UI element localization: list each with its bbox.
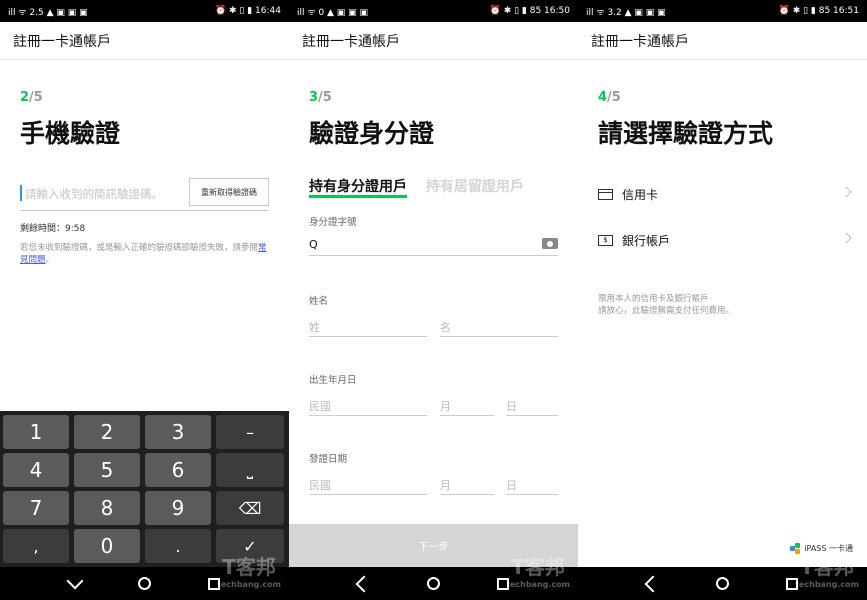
- key-7[interactable]: 7: [3, 491, 69, 525]
- option-bank-account[interactable]: $ 銀行帳戶: [598, 229, 852, 251]
- status-right: ⏰ ✱ ▯ ▮ 85 16:50: [489, 6, 570, 16]
- birth-month-input[interactable]: 月: [440, 392, 494, 416]
- code-placeholder: 請輸入收到的簡訊驗證碼。: [25, 187, 163, 201]
- chevron-right-icon: [840, 232, 852, 244]
- screen-id-verification: ill ᯤ 0 ▲ ▣ ▣ ▣ ⏰ ✱ ▯ ▮ 85 16:50 註冊一卡通帳戶…: [289, 0, 578, 600]
- status-right: ⏰ ✱ ▯ ▮ 16:44: [214, 6, 281, 16]
- key-comma[interactable]: ,: [3, 529, 69, 563]
- watermark: T客邦 techbang.com: [506, 557, 570, 594]
- ipass-brand: iPASS 一卡通: [790, 543, 853, 554]
- app-bar: 註冊一卡通帳戶: [578, 22, 867, 60]
- status-bar: ill ᯤ 0 ▲ ▣ ▣ ▣ ⏰ ✱ ▯ ▮ 85 16:50: [289, 0, 578, 22]
- hide-keyboard-icon[interactable]: [66, 572, 84, 589]
- step-indicator: 3/5: [309, 90, 332, 105]
- help-text-body: 若您未收到驗證碼，或是輸入正確的驗證碼卻驗證失敗，請參閱: [20, 243, 259, 253]
- step-indicator: 2/5: [20, 90, 43, 105]
- back-icon[interactable]: [355, 575, 373, 592]
- note-line-1: 限用本人的信用卡及銀行帳戶: [598, 294, 709, 304]
- watermark-sub: techbang.com: [506, 580, 570, 589]
- credit-card-icon: [598, 188, 613, 200]
- page-title: 驗證身分證: [309, 119, 435, 148]
- status-bar: ill ᯤ 2.5 ▲ ▣ ▣ ▣ ⏰ ✱ ▯ ▮ 16:44: [0, 0, 289, 22]
- status-right: ⏰ ✱ ▯ ▮ 85 16:51: [778, 6, 859, 16]
- home-icon[interactable]: [426, 577, 440, 590]
- name-label: 姓名: [309, 296, 329, 307]
- brand-text: iPASS 一卡通: [804, 544, 853, 553]
- given-name-input[interactable]: 名: [440, 313, 558, 337]
- option-label: 信用卡: [622, 187, 659, 202]
- verification-code-input[interactable]: 請輸入收到的簡訊驗證碼。 重新取得驗證碼: [20, 178, 269, 211]
- step-total: /5: [607, 90, 621, 105]
- option-label: 銀行帳戶: [622, 233, 671, 248]
- status-left: ill ᯤ 2.5 ▲ ▣ ▣ ▣: [8, 7, 88, 18]
- tab-resident-permit-holder[interactable]: 持有居留證用戶: [426, 176, 524, 196]
- key-6[interactable]: 6: [145, 453, 211, 487]
- ipass-logo-icon: [790, 543, 801, 554]
- watermark-sub: techbang.com: [217, 580, 281, 589]
- key-5[interactable]: 5: [74, 453, 140, 487]
- bank-icon: $: [598, 234, 613, 246]
- step-current: 2: [20, 90, 30, 105]
- key-minus[interactable]: –: [216, 415, 284, 449]
- screen-verification-method: ill ᯤ 3.2 ▲ ▣ ▣ ▣ ⏰ ✱ ▯ ▮ 85 16:51 註冊一卡通…: [578, 0, 867, 600]
- status-left: ill ᯤ 3.2 ▲ ▣ ▣ ▣: [586, 7, 666, 18]
- text-cursor: [20, 185, 22, 201]
- option-credit-card[interactable]: 信用卡: [598, 183, 852, 205]
- issue-year-input[interactable]: 民國: [309, 471, 427, 495]
- id-number-label: 身分證字號: [309, 217, 357, 228]
- screen-phone-verification: ill ᯤ 2.5 ▲ ▣ ▣ ▣ ⏰ ✱ ▯ ▮ 16:44 註冊一卡通帳戶 …: [0, 0, 289, 600]
- app-bar-title: 註冊一卡通帳戶: [302, 33, 400, 50]
- remaining-time: 剩餘時間：9:58: [20, 224, 86, 234]
- chevron-right-icon: [840, 186, 852, 198]
- surname-input[interactable]: 姓: [309, 313, 427, 337]
- app-bar-title: 註冊一卡通帳戶: [13, 33, 111, 50]
- key-space[interactable]: ⎵: [216, 453, 284, 487]
- app-bar: 註冊一卡通帳戶: [289, 22, 578, 60]
- birth-day-input[interactable]: 日: [506, 392, 558, 416]
- key-9[interactable]: 9: [145, 491, 211, 525]
- help-text-end: 。: [45, 255, 55, 265]
- camera-icon[interactable]: [542, 238, 558, 249]
- key-4[interactable]: 4: [3, 453, 69, 487]
- tab-id-card-holder[interactable]: 持有身分證用戶: [309, 176, 407, 198]
- page-title: 手機驗證: [20, 119, 121, 148]
- key-8[interactable]: 8: [74, 491, 140, 525]
- issue-month-input[interactable]: 月: [440, 471, 494, 495]
- key-dot[interactable]: .: [145, 529, 211, 563]
- home-icon[interactable]: [715, 577, 729, 590]
- key-3[interactable]: 3: [145, 415, 211, 449]
- key-0[interactable]: 0: [74, 529, 140, 563]
- verification-note: 限用本人的信用卡及銀行帳戶 請放心，此驗證無需支付任何費用。: [598, 293, 734, 317]
- note-line-2: 請放心，此驗證無需支付任何費用。: [598, 306, 735, 316]
- back-icon[interactable]: [644, 575, 662, 592]
- step-total: /5: [29, 90, 43, 105]
- help-text: 若您未收到驗證碼，或是輸入正確的驗證碼卻驗證失敗，請參閱常見問題。: [20, 242, 272, 266]
- watermark: T客邦 techbang.com: [217, 557, 281, 594]
- issue-date-label: 發證日期: [309, 454, 348, 465]
- step-total: /5: [318, 90, 332, 105]
- step-indicator: 4/5: [598, 90, 621, 105]
- numeric-keypad: 1 2 3 – 4 5 6 ⎵ 7 8 9 ⌫ , 0 . ✓: [0, 411, 289, 567]
- id-type-tabs: 持有身分證用戶 持有居留證用戶: [309, 176, 524, 198]
- step-current: 4: [598, 90, 608, 105]
- key-1[interactable]: 1: [3, 415, 69, 449]
- birth-year-input[interactable]: 民國: [309, 392, 427, 416]
- app-bar: 註冊一卡通帳戶: [0, 22, 289, 60]
- status-left: ill ᯤ 0 ▲ ▣ ▣ ▣: [297, 7, 369, 18]
- id-number-input[interactable]: Q: [309, 232, 558, 256]
- home-icon[interactable]: [137, 577, 151, 590]
- app-bar-title: 註冊一卡通帳戶: [591, 33, 689, 50]
- watermark: T客邦 techbang.com: [795, 557, 859, 594]
- step-current: 3: [309, 90, 319, 105]
- issue-day-input[interactable]: 日: [506, 471, 558, 495]
- key-backspace[interactable]: ⌫: [216, 491, 284, 525]
- status-bar: ill ᯤ 3.2 ▲ ▣ ▣ ▣ ⏰ ✱ ▯ ▮ 85 16:51: [578, 0, 867, 22]
- watermark-sub: techbang.com: [795, 580, 859, 589]
- key-2[interactable]: 2: [74, 415, 140, 449]
- page-title: 請選擇驗證方式: [598, 119, 774, 148]
- birth-date-label: 出生年月日: [309, 375, 357, 386]
- resend-code-button[interactable]: 重新取得驗證碼: [189, 178, 269, 206]
